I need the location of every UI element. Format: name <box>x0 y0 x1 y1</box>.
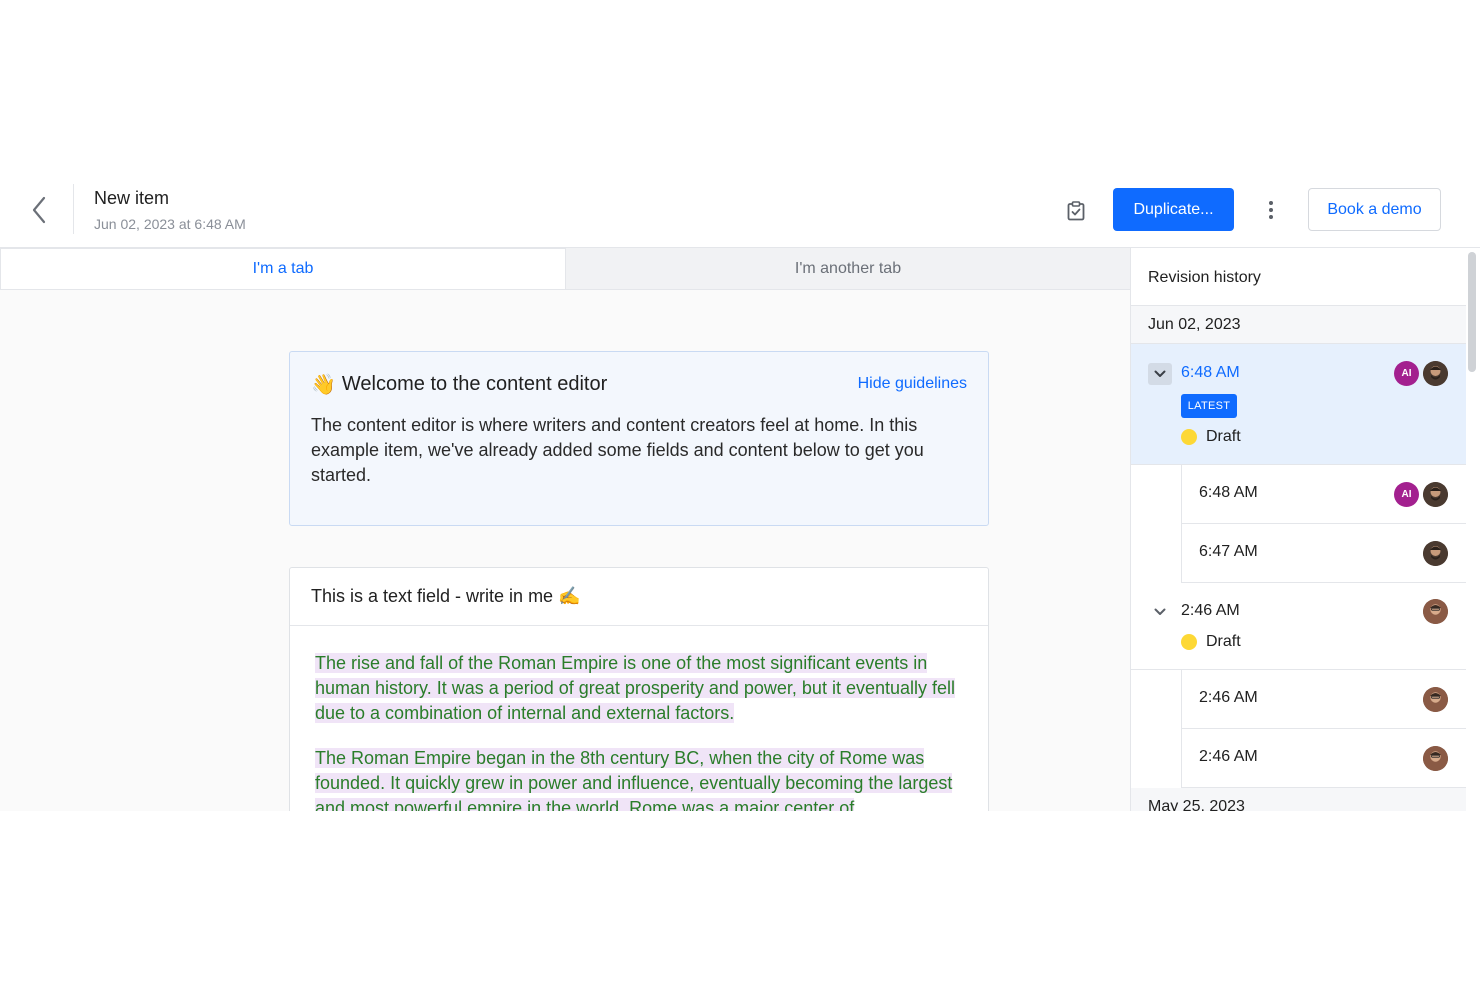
book-demo-button[interactable]: Book a demo <box>1308 188 1441 231</box>
chevron-down-icon <box>1154 370 1166 377</box>
revision-date: Jun 02, 2023 <box>1148 316 1241 333</box>
ai-avatar: AI <box>1394 482 1419 507</box>
text-paragraph[interactable]: The rise and fall of the Roman Empire is… <box>315 651 965 726</box>
latest-badge: LATEST <box>1181 394 1237 418</box>
item-header: New item Jun 02, 2023 at 6:48 AM Duplica… <box>0 172 1480 248</box>
revision-time: 6:48 AM <box>1199 484 1258 501</box>
collapse-toggle[interactable] <box>1148 601 1172 623</box>
user-avatar <box>1423 746 1448 771</box>
clipboard-check-icon <box>1067 201 1085 221</box>
text-field-card: This is a text field - write in me ✍️ Th… <box>289 567 989 811</box>
revision-time: 2:46 AM <box>1199 689 1258 706</box>
tab-im-another-tab[interactable]: I'm another tab <box>566 248 1130 289</box>
revision-subitem[interactable]: 2:46 AM <box>1181 670 1466 729</box>
revision-time: 2:46 AM <box>1181 602 1240 619</box>
guidelines-card: 👋 Welcome to the content editor Hide gui… <box>289 351 989 526</box>
guidelines-body: The content editor is where writers and … <box>311 415 924 485</box>
revision-status: Draft <box>1181 428 1241 446</box>
revision-time: 6:47 AM <box>1199 543 1258 560</box>
text-field-title: This is a text field - write in me ✍️ <box>311 586 581 606</box>
revision-subitem[interactable]: 6:47 AM <box>1181 524 1466 583</box>
revision-history-panel: Revision history Jun 02, 2023 6:48 AM LA… <box>1130 248 1480 811</box>
tab-im-a-tab[interactable]: I'm a tab <box>0 248 566 289</box>
editor-main: 👋 Welcome to the content editor Hide gui… <box>0 290 1130 811</box>
item-title: New item <box>94 188 170 208</box>
revision-avatars <box>1423 541 1448 566</box>
revision-time: 2:46 AM <box>1199 748 1258 765</box>
user-avatar <box>1423 541 1448 566</box>
revision-item-selected[interactable]: 6:48 AM LATEST Draft AI <box>1131 344 1466 465</box>
duplicate-button[interactable]: Duplicate... <box>1113 188 1234 231</box>
content-editor-app: New item Jun 02, 2023 at 6:48 AM Duplica… <box>0 172 1480 811</box>
revision-subitem[interactable]: 2:46 AM <box>1181 729 1466 788</box>
revision-time: 6:48 AM <box>1181 364 1240 381</box>
revision-date-group: Jun 02, 2023 <box>1131 306 1466 344</box>
revision-date-group: May 25, 2023 <box>1131 788 1466 811</box>
sidebar-scrollbar[interactable] <box>1468 252 1476 372</box>
chevron-down-icon <box>1154 608 1166 615</box>
draft-status-dot <box>1181 634 1197 650</box>
more-options-button[interactable] <box>1259 197 1283 223</box>
text-field-header: This is a text field - write in me ✍️ <box>290 568 988 626</box>
revision-avatars: AI <box>1394 482 1448 507</box>
revision-status: Draft <box>1181 633 1241 651</box>
revision-history-title: Revision history <box>1148 269 1261 286</box>
user-avatar <box>1423 482 1448 507</box>
revision-avatars <box>1423 746 1448 771</box>
chevron-left-icon <box>32 196 46 224</box>
ai-avatar: AI <box>1394 361 1419 386</box>
revision-date: May 25, 2023 <box>1148 798 1245 811</box>
text-paragraph[interactable]: The Roman Empire began in the 8th centur… <box>315 746 965 811</box>
user-avatar <box>1423 361 1448 386</box>
content-tabs: I'm a tab I'm another tab <box>0 248 1130 290</box>
draft-status-dot <box>1181 429 1197 445</box>
revision-avatars: AI <box>1394 361 1448 386</box>
more-vertical-icon <box>1269 201 1273 219</box>
revision-avatars <box>1423 599 1448 624</box>
hide-guidelines-link[interactable]: Hide guidelines <box>858 375 967 393</box>
revision-item[interactable]: 2:46 AM Draft <box>1131 583 1466 670</box>
waving-hand-icon: 👋 <box>311 374 336 396</box>
item-timestamp: Jun 02, 2023 at 6:48 AM <box>94 216 246 232</box>
checklist-button[interactable] <box>1062 197 1090 225</box>
revision-subitem[interactable]: 6:48 AM AI <box>1181 465 1466 524</box>
guidelines-title-text: Welcome to the content editor <box>341 373 608 395</box>
user-avatar <box>1423 599 1448 624</box>
header-divider <box>73 184 74 234</box>
guidelines-title: 👋 Welcome to the content editor <box>311 372 607 397</box>
collapse-toggle[interactable] <box>1148 363 1172 385</box>
back-button[interactable] <box>22 192 56 228</box>
user-avatar <box>1423 687 1448 712</box>
text-field-editor[interactable]: The rise and fall of the Roman Empire is… <box>315 651 965 811</box>
revision-avatars <box>1423 687 1448 712</box>
